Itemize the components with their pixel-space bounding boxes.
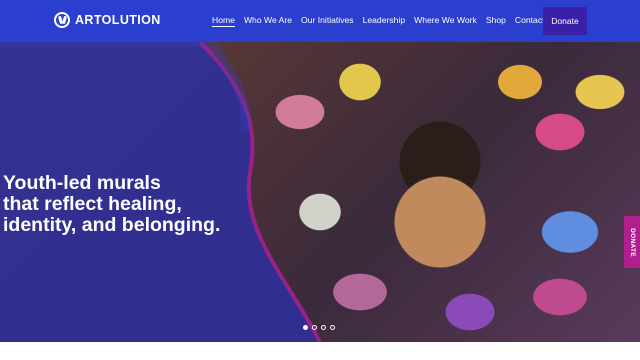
hero-slider: Youth-led murals that reflect healing, i…	[0, 42, 640, 342]
slider-dots	[303, 325, 335, 330]
nav-our-initiatives[interactable]: Our Initiatives	[301, 15, 354, 27]
page-below-fold	[0, 342, 640, 360]
headline-line-3: identity, and belonging.	[3, 214, 221, 236]
donate-button[interactable]: Donate	[543, 7, 587, 35]
nav-leadership[interactable]: Leadership	[363, 15, 406, 27]
nav-where-we-work[interactable]: Where We Work	[414, 15, 477, 27]
hero-headline: Youth-led murals that reflect healing, i…	[3, 173, 303, 236]
site-header: ARTOLUTION Home Who We Are Our Initiativ…	[0, 0, 640, 42]
nav-who-we-are[interactable]: Who We Are	[244, 15, 292, 27]
headline-line-1: Youth-led murals	[3, 172, 161, 194]
slider-dot-2[interactable]	[312, 325, 317, 330]
nav-home[interactable]: Home	[212, 15, 235, 27]
main-nav: Home Who We Are Our Initiatives Leadersh…	[212, 15, 557, 27]
slider-dot-3[interactable]	[321, 325, 326, 330]
headline-line-2: that reflect healing,	[3, 193, 182, 215]
nav-shop[interactable]: Shop	[486, 15, 506, 27]
site-logo[interactable]: ARTOLUTION	[54, 12, 161, 28]
slider-dot-4[interactable]	[330, 325, 335, 330]
slider-dot-1[interactable]	[303, 325, 308, 330]
logo-mark-icon	[54, 12, 70, 28]
logo-text: ARTOLUTION	[75, 13, 161, 27]
side-donate-tab[interactable]: DONATE	[624, 216, 640, 268]
side-donate-label: DONATE	[628, 227, 636, 257]
